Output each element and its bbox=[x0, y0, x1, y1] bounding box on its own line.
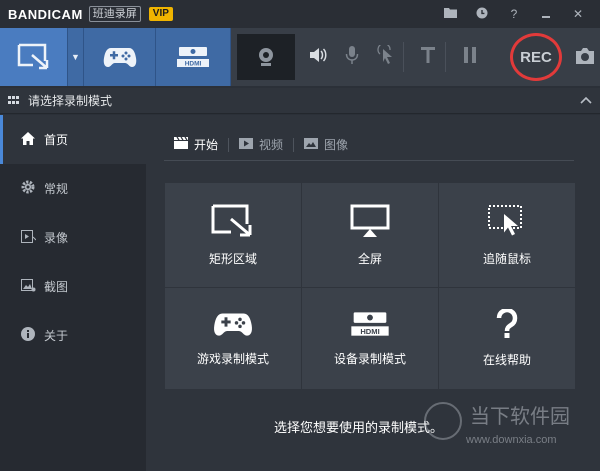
vip-badge[interactable]: VIP bbox=[148, 7, 173, 21]
sidebar-item-video[interactable]: 录像 bbox=[0, 213, 146, 262]
tile-follow-mouse[interactable]: 追随鼠标 bbox=[439, 183, 575, 287]
info-icon bbox=[20, 327, 36, 344]
device-mode-button[interactable]: HDMI bbox=[156, 28, 231, 86]
hdmi-icon: HDMI bbox=[177, 47, 209, 68]
tool-icons bbox=[301, 28, 487, 86]
sidebar-item-screenshot[interactable]: 截图 bbox=[0, 262, 146, 311]
toolbar-divider bbox=[403, 42, 411, 72]
tile-label: 游戏录制模式 bbox=[196, 352, 269, 366]
window-controls: ? ✕ bbox=[434, 0, 594, 28]
hdmi-label: HDMI bbox=[185, 61, 202, 68]
chevron-up-icon[interactable] bbox=[580, 93, 592, 107]
tile-device-mode[interactable]: HDMI 设备录制模式 bbox=[302, 288, 438, 389]
section-title: 请选择录制模式 bbox=[28, 94, 113, 108]
tab-bar: 开始 视频 图像 bbox=[164, 129, 574, 161]
pause-icon[interactable] bbox=[453, 46, 487, 69]
tile-label: 全屏 bbox=[357, 251, 382, 266]
sidebar-item-label: 关于 bbox=[44, 329, 69, 343]
watermark-logo bbox=[424, 402, 462, 440]
webcam-preview[interactable] bbox=[237, 34, 295, 80]
image-icon bbox=[304, 137, 319, 152]
rect-area-icon bbox=[17, 43, 48, 70]
hint-text: 选择您想要使用的录制模式。 bbox=[274, 420, 444, 435]
tile-label: 在线帮助 bbox=[482, 353, 531, 367]
watermark-text: 当下软件园 bbox=[470, 406, 570, 428]
help-icon[interactable]: ? bbox=[498, 7, 530, 21]
rec-button[interactable]: REC bbox=[510, 33, 562, 81]
rect-area-icon bbox=[211, 204, 252, 236]
app-brand-sub: 班迪录屏 bbox=[88, 6, 141, 22]
sidebar-item-label: 首页 bbox=[44, 133, 69, 147]
video-icon bbox=[20, 229, 36, 246]
tab-label: 图像 bbox=[324, 138, 349, 152]
monitor-icon bbox=[350, 204, 390, 237]
sidebar-item-about[interactable]: 关于 bbox=[0, 311, 146, 360]
close-icon[interactable]: ✕ bbox=[562, 7, 594, 21]
follow-mouse-icon bbox=[488, 204, 522, 235]
tile-fullscreen[interactable]: 全屏 bbox=[302, 183, 438, 287]
camera-icon[interactable] bbox=[574, 47, 596, 65]
tile-rect-area[interactable]: 矩形区域 bbox=[165, 183, 301, 287]
section-header: 请选择录制模式 bbox=[0, 88, 600, 114]
sidebar: 首页 常规 录像 截图 关于 bbox=[0, 115, 146, 471]
home-icon bbox=[20, 131, 36, 148]
clapper-icon bbox=[174, 136, 188, 152]
hdmi-icon: HDMI bbox=[351, 312, 389, 336]
chevron-down-icon: ▼ bbox=[71, 52, 80, 62]
image-icon bbox=[20, 278, 36, 295]
gear-icon bbox=[20, 180, 36, 197]
sidebar-item-label: 录像 bbox=[44, 231, 69, 245]
tab-video[interactable]: 视频 bbox=[229, 136, 293, 153]
clock-icon[interactable] bbox=[466, 7, 498, 22]
folder-icon[interactable] bbox=[434, 7, 466, 21]
tab-start[interactable]: 开始 bbox=[164, 136, 228, 153]
sidebar-item-label: 常规 bbox=[44, 182, 69, 196]
sidebar-item-label: 截图 bbox=[44, 280, 69, 294]
play-icon bbox=[239, 137, 254, 152]
tab-label: 视频 bbox=[259, 138, 284, 152]
rect-mode-button[interactable] bbox=[0, 28, 68, 86]
hdmi-label: HDMI bbox=[360, 327, 379, 336]
tab-label: 开始 bbox=[194, 138, 219, 152]
mode-dropdown-button[interactable]: ▼ bbox=[68, 28, 84, 86]
tile-game-mode[interactable]: 游戏录制模式 bbox=[165, 288, 301, 389]
gamepad-icon bbox=[103, 48, 136, 67]
tile-label: 追随鼠标 bbox=[482, 251, 531, 266]
sidebar-item-general[interactable]: 常规 bbox=[0, 164, 146, 213]
speaker-icon[interactable] bbox=[301, 47, 335, 68]
sidebar-item-home[interactable]: 首页 bbox=[0, 115, 146, 164]
question-icon bbox=[496, 309, 518, 338]
tile-label: 矩形区域 bbox=[208, 251, 257, 266]
gamepad-icon bbox=[214, 313, 252, 336]
tab-image[interactable]: 图像 bbox=[294, 136, 358, 153]
minimize-icon[interactable] bbox=[530, 7, 562, 21]
app-brand: BANDICAM bbox=[8, 6, 83, 22]
cursor-click-icon[interactable] bbox=[369, 42, 403, 70]
grid-icon bbox=[8, 95, 20, 106]
toolbar-divider bbox=[445, 42, 453, 72]
webcam-icon bbox=[259, 48, 273, 66]
watermark-url: www.downxia.com bbox=[466, 434, 557, 446]
title-bar: BANDICAM 班迪录屏 VIP ? ✕ bbox=[0, 0, 600, 28]
game-mode-button[interactable] bbox=[84, 28, 156, 86]
tile-online-help[interactable]: 在线帮助 bbox=[439, 288, 575, 389]
tile-label: 设备录制模式 bbox=[333, 352, 406, 366]
mode-tiles: 矩形区域 全屏 追随鼠标 游戏录制模式 HDMI 设备录制模式 在线帮助 bbox=[165, 183, 575, 389]
microphone-icon[interactable] bbox=[335, 45, 369, 70]
text-icon[interactable] bbox=[411, 46, 445, 69]
